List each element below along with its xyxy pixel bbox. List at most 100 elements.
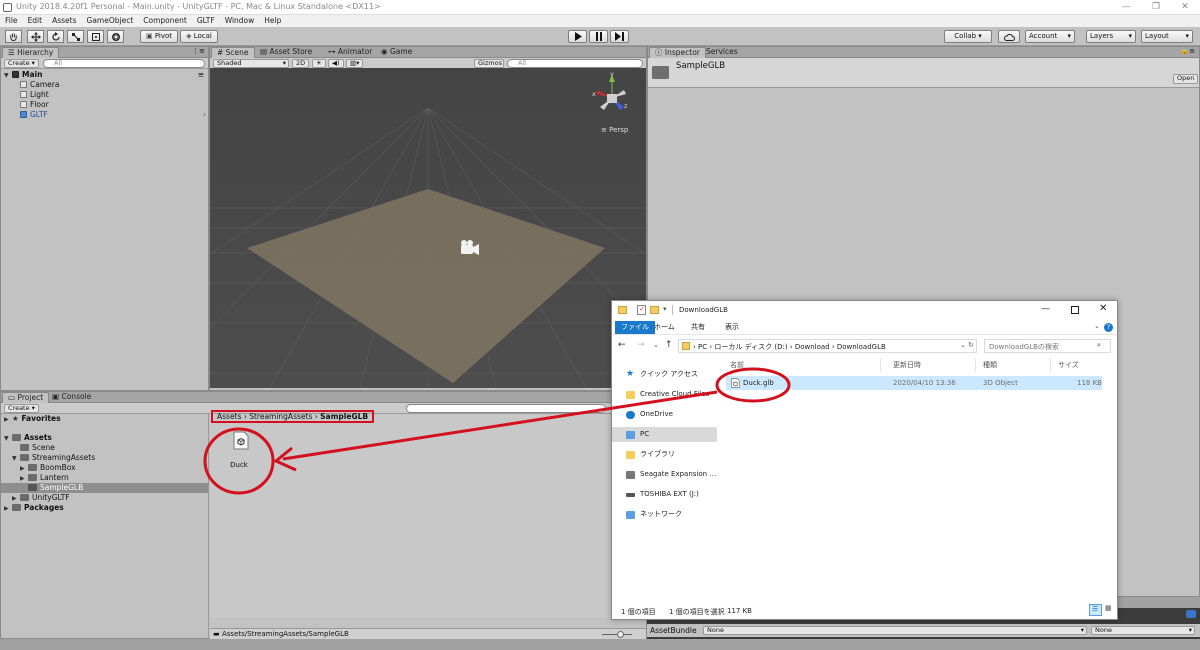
address-bar[interactable]: › PC › ローカル ディスク (D:) › Download › Downl… [678,339,977,353]
path-segment[interactable]: ローカル ディスク (D:) [714,343,787,351]
duck-asset-tile[interactable] [230,431,252,457]
path-segment[interactable]: PC [698,343,707,351]
maximize-button[interactable]: ❐ [1141,1,1171,14]
refresh-icon[interactable]: ↻ [968,341,974,349]
assetbundle-variant-dropdown[interactable]: None ▾ [1091,626,1195,635]
scene-search-input[interactable]: All [507,59,643,68]
local-toggle[interactable]: ◈ Local [180,30,218,43]
menu-file[interactable]: File [5,15,18,27]
back-button[interactable]: ← [618,340,626,350]
tab-inspector[interactable]: ⓘ Inspector [649,47,706,58]
asset-label-icon[interactable] [1186,610,1196,618]
camera-gizmo-icon[interactable] [457,238,483,258]
explorer-close-button[interactable]: ✕ [1099,303,1107,314]
column-modified[interactable]: 更新日時 [893,360,921,370]
explorer-maximize-button[interactable] [1071,306,1079,314]
move-tool-button[interactable] [27,30,44,43]
folder-lantern[interactable]: ▶ Lantern [20,473,69,483]
menu-gameobject[interactable]: GameObject [87,15,134,27]
file-row-duck[interactable]: Duck.glb 2020/04/10 13:36 3D Object 118 … [726,376,1102,390]
tab-game[interactable]: ◉ Game [376,47,417,58]
projection-label[interactable]: ≡ Persp [601,126,628,134]
shading-mode-dropdown[interactable]: Shaded ▾ [213,59,289,68]
hierarchy-item-light[interactable]: Light [20,90,49,100]
forward-button[interactable]: → [637,340,645,350]
scene-menu-icon[interactable]: ≡ [198,70,204,80]
nav-toshiba[interactable]: TOSHIBA EXT (J:) [612,487,717,502]
up-button[interactable]: ↑ [665,340,673,350]
panel-menu-icon[interactable]: ⋮≡ [192,47,205,55]
collab-button[interactable]: Collab ▾ [944,30,992,43]
folder-scene[interactable]: Scene [20,443,55,453]
scene-root-row[interactable]: ▼ Main ≡ [4,70,204,80]
menu-assets[interactable]: Assets [52,15,76,27]
transform-tool-button[interactable] [107,30,124,43]
tab-hierarchy[interactable]: ☰ Hierarchy [2,47,60,58]
inspector-lock-icon[interactable]: 🔒≡ [1180,47,1195,55]
project-search-input[interactable] [406,404,606,413]
path-segment[interactable]: Download [795,343,830,351]
nav-quick-access[interactable]: ★ クイック アクセス [612,367,717,382]
layout-dropdown[interactable]: Layout ▾ [1141,30,1193,43]
ribbon-tab-share[interactable]: 共有 [691,321,705,334]
menu-component[interactable]: Component [143,15,187,27]
breadcrumb-assets[interactable]: Assets [217,412,241,421]
audio-toggle[interactable]: ◀) [328,59,344,68]
hierarchy-item-camera[interactable]: Camera [20,80,59,90]
step-button[interactable] [610,30,629,43]
breadcrumb-streamingassets[interactable]: StreamingAssets [249,412,312,421]
pivot-toggle[interactable]: ▣ Pivot [140,30,178,43]
ribbon-tab-view[interactable]: 表示 [725,321,739,334]
menu-help[interactable]: Help [264,15,281,27]
rotate-tool-button[interactable] [47,30,64,43]
tab-animator[interactable]: ⊶ Animator [323,47,377,58]
tiles-view-button[interactable]: ▦ [1103,604,1115,616]
tab-services[interactable]: Services [701,47,743,58]
ribbon-expand-icon[interactable]: ⌄ [1094,322,1100,330]
folder-streamingassets[interactable]: ▼ StreamingAssets [12,453,95,463]
close-window-button[interactable]: ✕ [1170,1,1200,14]
packages-row[interactable]: ▶ Packages [4,503,64,513]
hierarchy-item-gltf[interactable]: GLTF › [20,110,206,120]
column-size[interactable]: サイズ [1058,360,1079,370]
menu-gltf[interactable]: GLTF [197,15,215,27]
new-folder-icon[interactable] [650,306,659,314]
column-type[interactable]: 種類 [983,360,997,370]
address-dropdown-icon[interactable]: ⌄ [960,341,966,349]
properties-icon[interactable]: ✓ [637,305,646,315]
hierarchy-search-input[interactable]: All [43,59,205,68]
assetbundle-name-dropdown[interactable]: None ▾ [703,626,1087,635]
2d-toggle[interactable]: 2D [292,59,310,68]
explorer-search-box[interactable]: DownloadGLBの検索 ⌕ [984,339,1111,353]
orientation-gizmo[interactable] [586,72,638,124]
customize-quick-access-icon[interactable]: ▾ [663,305,667,313]
hand-tool-button[interactable] [5,30,22,43]
play-button[interactable] [568,30,587,43]
hierarchy-create-button[interactable]: Create ▾ [4,59,39,68]
nav-network[interactable]: ネットワーク [612,507,717,522]
tab-project[interactable]: ▭ Project [2,392,50,403]
nav-pc[interactable]: PC [612,427,717,442]
slider-thumb[interactable] [617,631,624,638]
path-segment[interactable]: DownloadGLB [837,343,886,351]
explorer-minimize-button[interactable]: — [1041,304,1050,314]
project-create-button[interactable]: Create ▾ [4,404,39,413]
favorites-row[interactable]: ▶ ★ Favorites [4,414,61,424]
column-name[interactable]: 名前 [730,360,744,370]
cloud-button[interactable] [998,30,1020,43]
ribbon-tab-file[interactable]: ファイル [615,321,655,334]
scale-tool-button[interactable] [67,30,84,43]
folder-sampleglb[interactable]: SampleGLB [1,483,208,493]
hierarchy-item-floor[interactable]: Floor [20,100,49,110]
open-button[interactable]: Open [1173,74,1199,84]
scene-viewport[interactable]: y x z ≡ Persp [210,68,646,388]
folder-boombox[interactable]: ▶ BoomBox [20,463,76,473]
folder-unitygltf[interactable]: ▶ UnityGLTF [12,493,70,503]
help-icon[interactable]: ? [1104,323,1113,332]
pause-button[interactable] [589,30,608,43]
ribbon-tab-home[interactable]: ホーム [654,321,675,334]
gizmos-dropdown[interactable]: Gizmos ▾ [474,59,504,74]
menu-window[interactable]: Window [225,15,255,27]
nav-onedrive[interactable]: OneDrive [612,407,717,422]
tab-console[interactable]: ▣ Console [47,392,96,403]
